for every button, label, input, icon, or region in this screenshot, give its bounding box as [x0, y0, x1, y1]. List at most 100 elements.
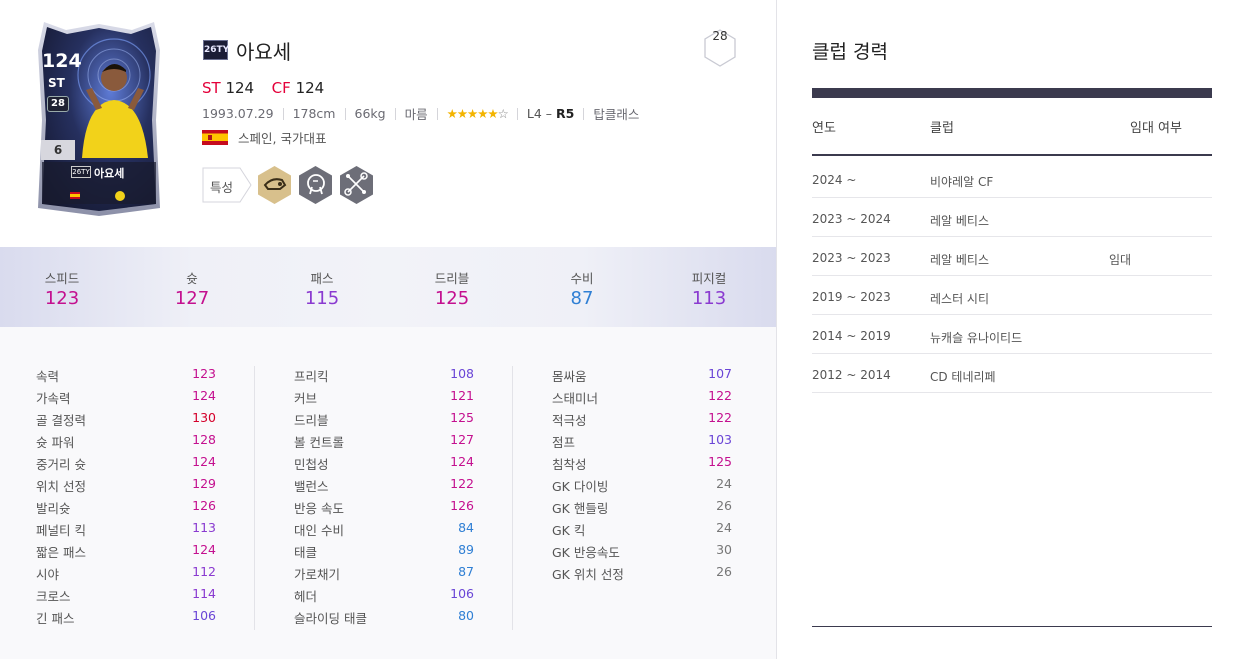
panel-divider: [776, 0, 777, 659]
season-badge-icon: 26TY: [203, 40, 229, 60]
detail-stat-row: 슬라이딩 태클 80: [294, 608, 474, 630]
stat-value: 127: [174, 288, 210, 309]
career-year: 2023 ~ 2023: [812, 251, 891, 265]
detail-stat-value: 24: [716, 520, 732, 535]
detail-stat-label: GK 다이빙: [552, 479, 609, 494]
detail-stat-label: 민첩성: [294, 457, 329, 472]
career-year: 2024 ~: [812, 173, 857, 187]
separator: [344, 107, 346, 120]
detail-stat-label: 위치 선정: [36, 479, 86, 494]
detail-stat-label: 적극성: [552, 413, 587, 428]
career-year: 2014 ~ 2019: [812, 329, 891, 343]
position-ratings: ST 124 CF 124: [202, 79, 324, 97]
detail-stat-label: 중거리 슛: [36, 457, 86, 472]
career-club: 비야레알 CF: [930, 175, 994, 189]
detail-stat-label: 프리킥: [294, 369, 329, 384]
detail-stat-label: 볼 컨트롤: [294, 435, 344, 450]
separator: [436, 107, 438, 120]
detail-stat-value: 26: [716, 498, 732, 513]
career-club: 레스터 시티: [930, 292, 990, 306]
career-year: 2023 ~ 2024: [812, 212, 891, 226]
col-club-header: 클럽: [930, 121, 954, 136]
detail-stat-value: 112: [192, 564, 216, 579]
stat-physical: 피지컬 113: [649, 247, 769, 309]
detail-stat-row: 가로채기 87: [294, 564, 474, 586]
weak-foot: L4 – R5: [527, 106, 574, 121]
player-bio: 1993.07.29 178cm 66kg 마름 ★★★★★☆ L4 – R5 …: [202, 104, 639, 123]
detail-stat-row: GK 위치 선정 26: [552, 564, 732, 586]
separator: [394, 107, 396, 120]
detail-stat-value: 124: [192, 388, 216, 403]
detail-stat-value: 103: [708, 432, 732, 447]
detail-stat-value: 129: [192, 476, 216, 491]
detail-stat-value: 108: [450, 366, 474, 381]
detail-stat-label: 헤더: [294, 589, 318, 604]
detail-stat-row: 몸싸움 107: [552, 366, 732, 388]
stat-value: 87: [570, 288, 594, 309]
detail-stat-row: 적극성 122: [552, 410, 732, 432]
detail-stat-row: 반응 속도 126: [294, 498, 474, 520]
nationality: 스페인, 국가대표: [202, 128, 326, 147]
detail-stats-column-2: 프리킥 108 커브 121 드리블 125 볼 컨트롤 127 민첩성 124 밸런스 122 반응 …: [294, 366, 474, 630]
detail-stat-label: 가속력: [36, 391, 71, 406]
detail-stat-row: 드리블 125: [294, 410, 474, 432]
detail-stat-row: 대인 수비 84: [294, 520, 474, 542]
detail-stat-value: 24: [716, 476, 732, 491]
career-club: CD 테네리페: [930, 370, 996, 384]
detail-stat-label: 대인 수비: [294, 523, 344, 538]
level-badge: 28: [703, 29, 737, 67]
body-type: 마름: [404, 107, 428, 122]
position-2-ovr: 124: [295, 79, 325, 97]
detail-stat-row: 밸런스 122: [294, 476, 474, 498]
detail-stat-label: 발리슛: [36, 501, 71, 516]
trait-leader-icon[interactable]: [297, 165, 334, 205]
career-row: 2023 ~ 2024 레알 베티스: [812, 198, 1212, 237]
detail-stat-label: 드리블: [294, 413, 329, 428]
stat-dribbling: 드리블 125: [392, 247, 512, 309]
detail-stat-row: 발리슛 126: [36, 498, 216, 520]
weight: 66kg: [354, 106, 386, 121]
card-player-name: 아요세: [94, 167, 125, 180]
detail-stat-row: 위치 선정 129: [36, 476, 216, 498]
career-header-bar: [812, 88, 1212, 98]
position-2: CF: [271, 79, 291, 97]
career-row: 2024 ~ 비야레알 CF: [812, 159, 1212, 198]
detail-stat-row: 점프 103: [552, 432, 732, 454]
trait-finesse-icon[interactable]: [256, 165, 293, 205]
detail-stat-value: 128: [192, 432, 216, 447]
detail-stat-row: 긴 패스 106: [36, 608, 216, 630]
separator: [516, 107, 518, 120]
detail-stat-row: GK 다이빙 24: [552, 476, 732, 498]
career-title: 클럽 경력: [812, 41, 888, 63]
detail-stat-label: 슬라이딩 태클: [294, 611, 367, 626]
detail-stat-value: 87: [458, 564, 474, 579]
detail-stat-value: 124: [450, 454, 474, 469]
detail-stat-row: 헤더 106: [294, 586, 474, 608]
detail-stats-column-3: 몸싸움 107 스태미너 122 적극성 122 점프 103 침착성 125 GK 다이빙 24 GK…: [552, 366, 732, 586]
stat-label: 스피드: [44, 271, 80, 286]
detail-stat-label: 스태미너: [552, 391, 599, 406]
detail-stat-row: 골 결정력 130: [36, 410, 216, 432]
position-1: ST: [202, 79, 221, 97]
detail-stat-value: 107: [708, 366, 732, 381]
card-enhance-level: 6: [41, 140, 75, 160]
detail-stat-value: 130: [192, 410, 216, 425]
summary-stats: 스피드 123 슛 127 패스 115 드리블 125 수비 87 피지컬 1…: [0, 247, 776, 327]
detail-stat-row: 볼 컨트롤 127: [294, 432, 474, 454]
detail-stat-label: GK 위치 선정: [552, 567, 624, 582]
detail-stat-label: 짧은 패스: [36, 545, 86, 560]
stat-passing: 패스 115: [262, 247, 382, 309]
detail-stat-value: 113: [192, 520, 216, 535]
stat-value: 125: [434, 288, 470, 309]
detail-stat-value: 89: [458, 542, 474, 557]
stat-defending: 수비 87: [522, 247, 642, 309]
detail-stat-row: 페널티 킥 113: [36, 520, 216, 542]
detail-stat-value: 127: [450, 432, 474, 447]
player-card: 124 ST 28 6 26TY 아요세: [36, 20, 162, 218]
detail-stat-label: 점프: [552, 435, 576, 450]
stat-value: 115: [304, 288, 340, 309]
trait-tactics-icon[interactable]: [338, 165, 375, 205]
detail-stat-value: 106: [192, 608, 216, 623]
card-ovr: 124: [42, 50, 82, 72]
detail-stat-label: 크로스: [36, 589, 71, 604]
